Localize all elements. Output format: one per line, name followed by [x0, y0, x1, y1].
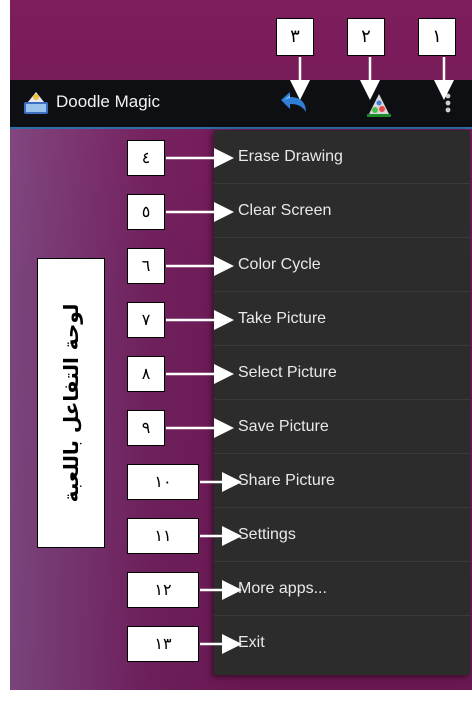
- side-label-text: لوحة التفاعل باللعبة: [59, 303, 83, 503]
- annotation-side-label: لوحة التفاعل باللعبة: [37, 258, 105, 548]
- annotation-arrows-top: [290, 57, 454, 100]
